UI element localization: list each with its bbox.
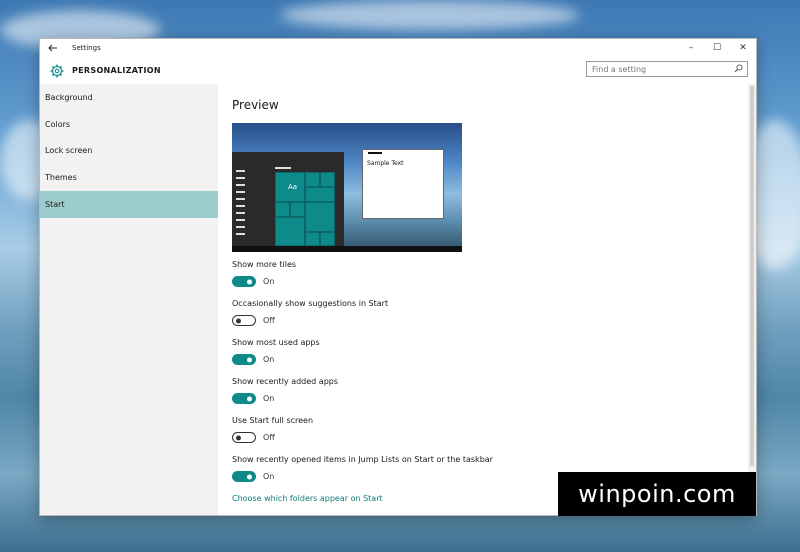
recently-added-apps-toggle[interactable] xyxy=(232,393,256,404)
start-preview-image: Aa Sample Text xyxy=(232,123,462,252)
search-icon[interactable] xyxy=(734,64,743,73)
sidebar-item-background[interactable]: Background xyxy=(40,84,218,111)
toggle-state: On xyxy=(263,355,275,364)
most-used-apps-toggle[interactable] xyxy=(232,354,256,365)
preview-tile-label: Aa xyxy=(288,183,298,191)
title-bar: Settings – ☐ ✕ xyxy=(40,39,756,57)
sidebar-item-label: Start xyxy=(45,200,65,210)
setting-label: Show recently added apps xyxy=(232,377,339,386)
setting-recently-added-apps: Show recently added apps On xyxy=(232,377,338,404)
desktop-cloud xyxy=(280,0,580,30)
scrollbar[interactable] xyxy=(748,84,756,515)
preview-start-menu: Aa xyxy=(232,152,344,246)
preview-heading: Preview xyxy=(232,98,279,112)
sidebar-item-start[interactable]: Start xyxy=(40,191,218,218)
page-title: PERSONALIZATION xyxy=(72,66,161,75)
close-button[interactable]: ✕ xyxy=(730,39,756,57)
sidebar-item-label: Colors xyxy=(45,119,71,129)
sidebar-item-label: Background xyxy=(45,92,93,102)
toggle-state: On xyxy=(263,277,275,286)
search-input[interactable]: Find a setting xyxy=(586,61,748,77)
toggle-state: On xyxy=(263,472,275,481)
minimize-button[interactable]: – xyxy=(678,39,704,57)
settings-window: Settings – ☐ ✕ PERSONALIZATION Find a se… xyxy=(40,39,756,515)
setting-jump-lists: Show recently opened items in Jump Lists… xyxy=(232,455,493,482)
gear-icon xyxy=(46,64,68,78)
back-arrow-icon xyxy=(48,44,57,52)
choose-folders-link[interactable]: Choose which folders appear on Start xyxy=(232,494,383,503)
setting-label: Occasionally show suggestions in Start xyxy=(232,299,389,308)
toggle-state: Off xyxy=(263,316,275,325)
sidebar: Background Colors Lock screen Themes Sta… xyxy=(40,84,218,515)
setting-show-suggestions: Occasionally show suggestions in Start O… xyxy=(232,299,388,326)
sidebar-item-lock-screen[interactable]: Lock screen xyxy=(40,138,218,165)
setting-start-full-screen: Use Start full screen Off xyxy=(232,416,313,443)
show-suggestions-toggle[interactable] xyxy=(232,315,256,326)
setting-show-more-tiles: Show more tiles On xyxy=(232,260,296,287)
page-header: PERSONALIZATION Find a setting xyxy=(40,57,756,84)
toggle-state: Off xyxy=(263,433,275,442)
jump-lists-toggle[interactable] xyxy=(232,471,256,482)
setting-label: Show more tiles xyxy=(232,260,297,269)
watermark-logo: winpoin.com xyxy=(558,472,756,516)
scrollbar-thumb[interactable] xyxy=(750,86,754,466)
back-button[interactable] xyxy=(40,39,66,57)
preview-window: Sample Text xyxy=(362,149,444,219)
setting-label: Show most used apps xyxy=(232,338,320,347)
start-full-screen-toggle[interactable] xyxy=(232,432,256,443)
window-title: Settings xyxy=(72,44,101,52)
setting-most-used-apps: Show most used apps On xyxy=(232,338,320,365)
sidebar-item-themes[interactable]: Themes xyxy=(40,164,218,191)
preview-taskbar xyxy=(232,246,462,252)
sidebar-item-label: Themes xyxy=(45,173,77,183)
setting-label: Use Start full screen xyxy=(232,416,314,425)
main-content: Preview Aa Sample Text Show more tiles O… xyxy=(218,84,756,515)
sidebar-item-label: Lock screen xyxy=(45,146,93,156)
search-placeholder: Find a setting xyxy=(592,64,647,74)
preview-sample-text: Sample Text xyxy=(367,160,404,167)
setting-label: Show recently opened items in Jump Lists… xyxy=(232,455,493,464)
sidebar-item-colors[interactable]: Colors xyxy=(40,111,218,138)
toggle-state: On xyxy=(263,394,275,403)
maximize-button[interactable]: ☐ xyxy=(704,39,730,57)
show-more-tiles-toggle[interactable] xyxy=(232,276,256,287)
